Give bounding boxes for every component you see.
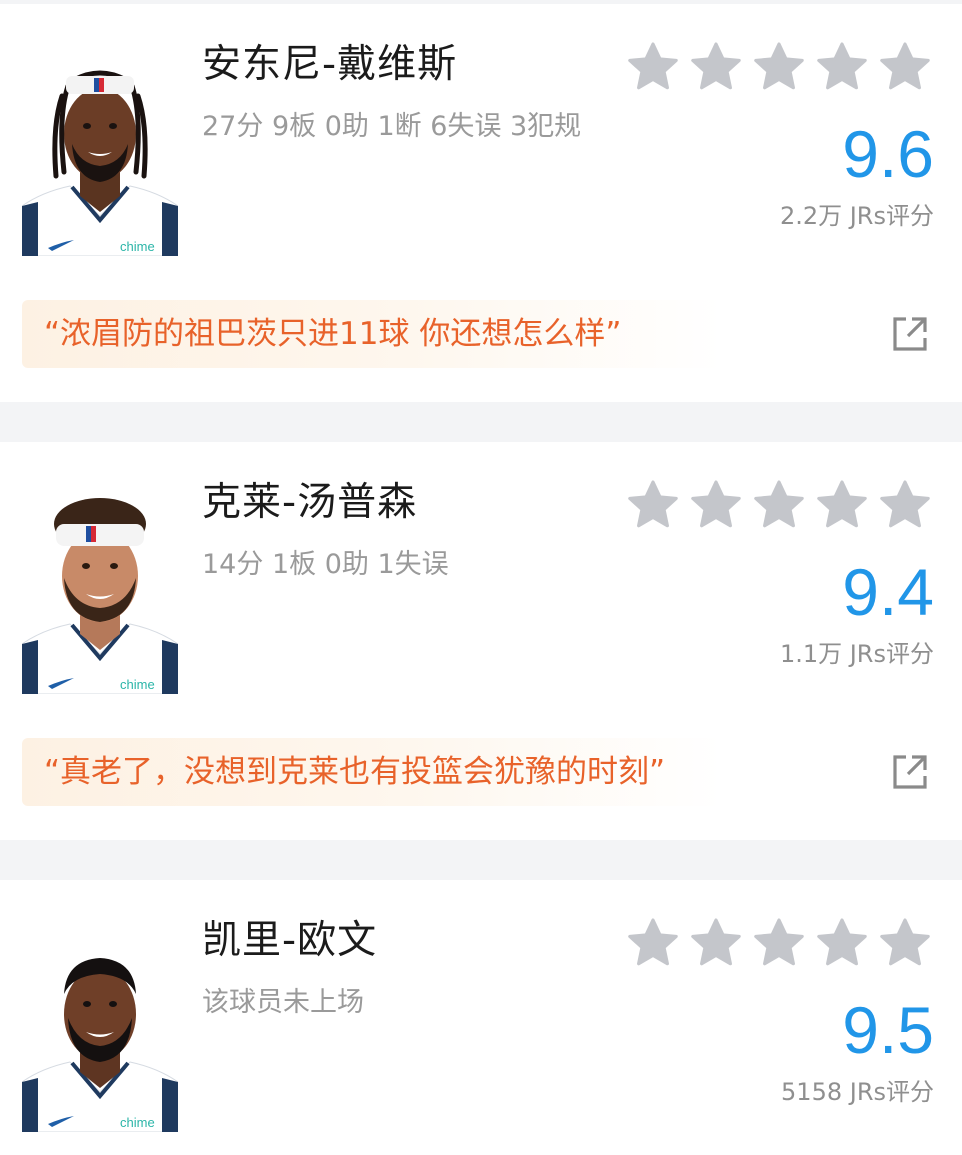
hot-comment-text: “真老了，没想到克莱也有投篮会犹豫的时刻”: [44, 754, 666, 790]
player-card[interactable]: chime 安东尼-戴维斯 27分 9板 0助 1断 6失误 3犯规 9.6 2…: [0, 4, 962, 402]
star-icon[interactable]: [878, 916, 932, 970]
rating-stars[interactable]: [626, 478, 932, 532]
star-icon[interactable]: [689, 40, 743, 94]
player-status: 该球员未上场: [202, 987, 364, 1018]
player-name: 克莱-汤普森: [202, 480, 418, 525]
player-name: 安东尼-戴维斯: [202, 42, 458, 87]
star-icon[interactable]: [815, 40, 869, 94]
star-icon[interactable]: [752, 40, 806, 94]
star-icon[interactable]: [815, 916, 869, 970]
rating-score: 9.6: [842, 117, 934, 191]
svg-text:chime: chime: [120, 1115, 155, 1130]
star-icon[interactable]: [878, 478, 932, 532]
player-rating-list: chime 安东尼-戴维斯 27分 9板 0助 1断 6失误 3犯规 9.6 2…: [0, 0, 962, 1155]
rating-votes: 1.1万 JRs评分: [779, 640, 934, 668]
rating-score: 9.4: [842, 555, 934, 629]
player-card[interactable]: chime 凯里-欧文 该球员未上场 9.5 5158 JRs评分: [0, 880, 962, 1155]
player-avatar: chime: [22, 932, 178, 1132]
svg-text:chime: chime: [120, 677, 155, 692]
hot-comment-text: “浓眉防的祖巴茨只进11球 你还想怎么样”: [44, 316, 622, 352]
star-icon[interactable]: [689, 916, 743, 970]
player-avatar: chime: [22, 56, 178, 256]
share-external-icon[interactable]: [890, 752, 930, 792]
hot-comment[interactable]: “真老了，没想到克莱也有投篮会犹豫的时刻”: [22, 738, 722, 806]
star-icon[interactable]: [815, 478, 869, 532]
svg-text:chime: chime: [120, 239, 155, 254]
rating-votes: 2.2万 JRs评分: [779, 202, 934, 230]
player-stats: 27分 9板 0助 1断 6失误 3犯规: [202, 111, 582, 142]
player-avatar: chime: [22, 494, 178, 694]
rating-votes: 5158 JRs评分: [781, 1078, 934, 1106]
rating-stars[interactable]: [626, 916, 932, 970]
star-icon[interactable]: [626, 40, 680, 94]
hot-comment[interactable]: “浓眉防的祖巴茨只进11球 你还想怎么样”: [22, 300, 722, 368]
star-icon[interactable]: [626, 478, 680, 532]
star-icon[interactable]: [752, 478, 806, 532]
rating-stars[interactable]: [626, 40, 932, 94]
star-icon[interactable]: [878, 40, 932, 94]
star-icon[interactable]: [689, 478, 743, 532]
player-card[interactable]: chime 克莱-汤普森 14分 1板 0助 1失误 9.4 1.1万 JRs评…: [0, 442, 962, 840]
star-icon[interactable]: [626, 916, 680, 970]
player-stats: 14分 1板 0助 1失误: [202, 549, 449, 580]
rating-score: 9.5: [842, 993, 934, 1067]
player-name: 凯里-欧文: [202, 918, 378, 963]
star-icon[interactable]: [752, 916, 806, 970]
share-external-icon[interactable]: [890, 314, 930, 354]
